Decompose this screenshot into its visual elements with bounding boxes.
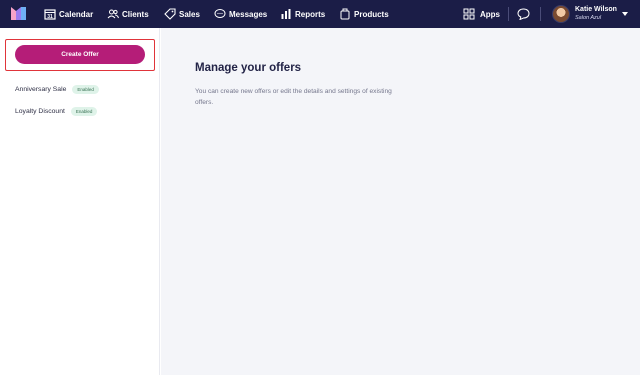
nav-apps[interactable]: Apps	[463, 0, 500, 28]
status-badge: Enabled	[72, 85, 99, 94]
messages-icon	[214, 9, 226, 18]
offer-name: Anniversary Sale	[15, 86, 67, 93]
clients-icon	[107, 9, 119, 19]
nav-products-label: Products	[354, 9, 389, 19]
user-name[interactable]: Katie Wilson	[575, 6, 617, 13]
nav-divider	[508, 7, 509, 21]
nav-clients[interactable]: Clients	[107, 0, 149, 28]
user-avatar[interactable]	[552, 5, 570, 23]
reports-chart-icon	[281, 9, 291, 19]
nav-messages[interactable]: Messages	[214, 0, 267, 28]
user-salon-name: Salon Azul	[575, 15, 602, 21]
top-navigation-bar: 31 Calendar Clients Sales Messages Repor…	[0, 0, 640, 28]
nav-messages-label: Messages	[229, 9, 268, 19]
nav-reports[interactable]: Reports	[280, 0, 325, 28]
main-content: Manage your offers You can create new of…	[161, 28, 640, 375]
nav-calendar-label: Calendar	[59, 9, 94, 19]
nav-clients-label: Clients	[122, 9, 149, 19]
nav-products[interactable]: Products	[339, 0, 389, 28]
offer-list-item[interactable]: Loyalty Discount Enabled	[15, 107, 98, 116]
apps-grid-icon	[463, 8, 475, 20]
user-menu-caret-icon[interactable]	[622, 12, 628, 16]
nav-divider	[540, 7, 541, 21]
offer-list-item[interactable]: Anniversary Sale Enabled	[15, 85, 99, 94]
nav-apps-label: Apps	[480, 9, 500, 19]
products-icon	[340, 8, 350, 20]
offers-sidebar	[0, 28, 160, 375]
page-title: Manage your offers	[195, 62, 302, 74]
page-description: You can create new offers or edit the de…	[195, 88, 392, 106]
chat-bubble-icon[interactable]	[517, 8, 530, 20]
sales-tag-icon	[164, 8, 176, 20]
nav-calendar[interactable]: 31 Calendar	[44, 0, 93, 28]
calendar-icon: 31	[44, 9, 56, 20]
create-offer-button[interactable]: Create Offer	[15, 45, 145, 64]
nav-reports-label: Reports	[295, 9, 326, 19]
status-badge: Enabled	[70, 107, 98, 116]
nav-sales[interactable]: Sales	[164, 0, 200, 28]
nav-sales-label: Sales	[179, 9, 200, 19]
svg-text:31: 31	[47, 14, 53, 20]
offer-name: Loyalty Discount	[15, 108, 65, 115]
app-logo-icon[interactable]	[11, 7, 26, 20]
